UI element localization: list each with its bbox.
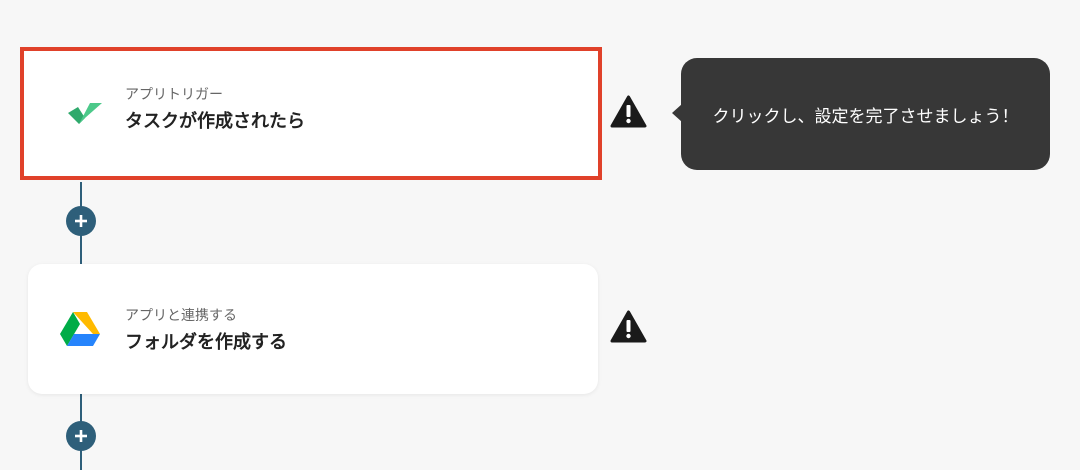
step-type-label: アプリトリガー: [125, 87, 223, 103]
step-title: フォルダを作成する: [125, 332, 287, 353]
action-step-card[interactable]: アプリと連携する フォルダを作成する: [28, 264, 598, 394]
setup-tooltip: クリックし、設定を完了させましょう！: [681, 58, 1050, 170]
warning-triangle-icon[interactable]: [610, 95, 647, 128]
add-step-button[interactable]: [66, 421, 96, 451]
google-drive-icon: [60, 312, 100, 346]
plus-icon: [75, 215, 87, 227]
step-type-label: アプリと連携する: [125, 308, 237, 324]
check-mark-logo-icon: [68, 103, 102, 124]
plus-icon: [75, 430, 87, 442]
tooltip-text: クリックし、設定を完了させましょう！: [712, 106, 1019, 127]
warning-triangle-icon[interactable]: [610, 310, 647, 343]
step-title: タスクが作成されたら: [125, 111, 305, 132]
trigger-step-card[interactable]: アプリトリガー タスクが作成されたら: [20, 47, 602, 180]
add-step-button[interactable]: [66, 206, 96, 236]
